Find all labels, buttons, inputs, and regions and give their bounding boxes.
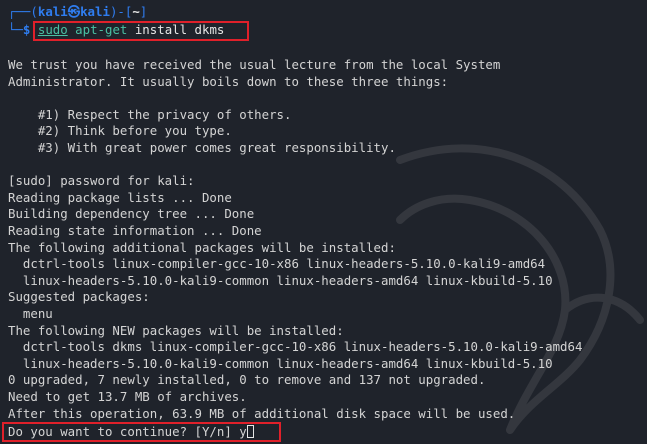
output-line: #1) Respect the privacy of others. (8, 106, 292, 122)
output-line: 0 upgraded, 7 newly installed, 0 to remo… (8, 372, 486, 388)
output-line: dctrl-tools linux-compiler-gcc-10-x86 li… (8, 256, 546, 272)
output-line: Suggested packages: (8, 289, 150, 305)
current-path: ~ (132, 4, 140, 19)
continue-prompt-text: Do you want to continue? [Y/n] (8, 423, 240, 439)
output-line: #2) Think before you type. (8, 123, 232, 139)
output-line: The following additional packages will b… (8, 239, 396, 255)
sudo-keyword: sudo (37, 22, 68, 37)
output-line: Reading package lists ... Done (8, 189, 232, 205)
output-line: linux-headers-5.10.0-kali9-common linux-… (8, 355, 553, 371)
output-line: dctrl-tools dkms linux-compiler-gcc-10-x… (8, 339, 583, 355)
text-cursor (246, 424, 254, 438)
continue-prompt-line[interactable]: Do you want to continue? [Y/n] y (8, 424, 254, 441)
output-line: Need to get 13.7 MB of archives. (8, 389, 247, 404)
output-line: After this operation, 63.9 MB of additio… (8, 405, 516, 421)
terminal-window[interactable]: ┌──(kali㉿kali)-[~] └─$ sudo apt-get inst… (0, 0, 647, 444)
output-line: [sudo] password for kali: (8, 173, 195, 189)
output-line: Building dependency tree ... Done (8, 206, 255, 222)
output-line: Reading state information ... Done (8, 223, 262, 238)
output-line: Administrator. It usually boils down to … (8, 73, 449, 89)
prompt-line-top: ┌──(kali㉿kali)-[~] (8, 4, 148, 19)
command-line: └─$ sudo apt-get install dkms (8, 22, 225, 37)
output-line: linux-headers-5.10.0-kali9-common linux-… (8, 272, 553, 288)
output-line: menu (8, 306, 53, 321)
output-line: We trust you have received the usual lec… (8, 57, 501, 72)
output-line: #3) With great power comes great respons… (8, 140, 396, 155)
output-line: The following NEW packages will be insta… (8, 322, 344, 338)
continue-input[interactable]: y (239, 424, 246, 439)
